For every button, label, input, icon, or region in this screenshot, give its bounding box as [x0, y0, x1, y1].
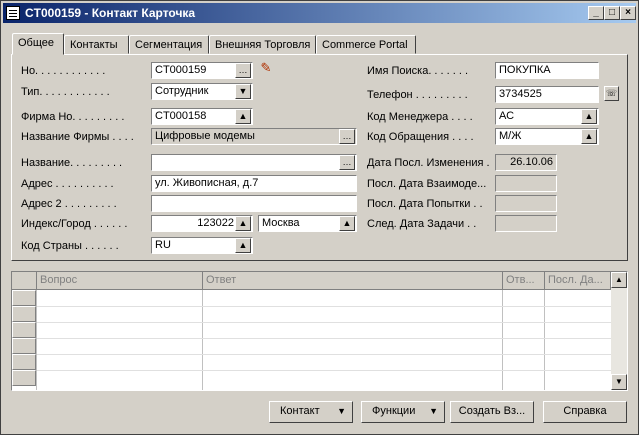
close-button[interactable]: ×: [620, 6, 636, 20]
country-label: Код Страны . . . . . .: [21, 240, 119, 252]
address2-field[interactable]: [151, 195, 357, 212]
create-interaction-button[interactable]: Создать Вз...: [450, 401, 534, 423]
address2-label: Адрес 2 . . . . . . . . .: [21, 198, 117, 210]
manager-label: Код Менеджера . . . .: [367, 111, 473, 123]
general-panel: Но. . . . . . . . . . . . CT000159 … ✎ Т…: [11, 54, 628, 261]
window-icon: [6, 6, 20, 20]
last-interaction-label: Посл. Дата Взаимоде...: [367, 178, 487, 190]
functions-button-label: Функции: [372, 405, 416, 417]
next-task-label: След. Дата Задачи . .: [367, 218, 477, 230]
postcode-city-label: Индекс/Город . . . . . .: [21, 218, 128, 230]
search-name-label: Имя Поиска. . . . . . .: [367, 65, 469, 77]
arrow-up-icon[interactable]: ▲: [581, 109, 597, 124]
triangle-down-icon: ▼: [429, 406, 438, 416]
arrow-up-icon[interactable]: ▲: [235, 216, 251, 231]
table-row[interactable]: [12, 306, 36, 322]
column-last-date[interactable]: Посл. Да...: [545, 272, 611, 289]
tab-commerce-portal[interactable]: Commerce Portal: [316, 35, 416, 54]
last-interaction-field: [495, 175, 557, 192]
name-field[interactable]: [151, 154, 357, 171]
maximize-button[interactable]: □: [604, 6, 620, 20]
contact-button-label: Контакт: [280, 405, 320, 417]
column-answer-short[interactable]: Отв...: [503, 272, 545, 289]
tab-contacts[interactable]: Контакты: [64, 35, 129, 54]
type-label: Тип. . . . . . . . . . . .: [21, 86, 110, 98]
company-name-field: Цифровые модемы: [151, 128, 357, 145]
table-row[interactable]: [12, 322, 36, 338]
table-row[interactable]: [12, 354, 36, 370]
title-bar: CT000159 - Контакт Карточка _ □ ×: [3, 3, 636, 23]
grid-corner: [12, 272, 37, 289]
tab-foreign-trade[interactable]: Внешняя Торговля: [209, 35, 316, 54]
arrow-up-icon[interactable]: ▲: [581, 129, 597, 144]
contact-button[interactable]: Контакт ▼: [269, 401, 353, 423]
phone-dial-icon[interactable]: ☏: [604, 86, 619, 101]
company-name-label: Название Фирмы . . . .: [21, 131, 134, 143]
tab-general[interactable]: Общее: [12, 33, 64, 55]
next-task-field: [495, 215, 557, 232]
questionnaire-grid[interactable]: Вопрос Ответ Отв... Посл. Да... ▲ ▼: [11, 271, 628, 391]
tab-segmentation[interactable]: Сегментация: [129, 35, 209, 54]
contact-card-window: CT000159 - Контакт Карточка _ □ × Общее …: [0, 0, 639, 435]
no-label: Но. . . . . . . . . . . .: [21, 65, 106, 77]
table-row[interactable]: [12, 370, 36, 386]
search-name-field[interactable]: ПОКУПКА: [495, 62, 599, 79]
help-button[interactable]: Справка: [543, 401, 627, 423]
column-answer[interactable]: Ответ: [203, 272, 503, 289]
last-attempt-field: [495, 195, 557, 212]
table-row[interactable]: [12, 338, 36, 354]
triangle-down-icon[interactable]: ▼: [235, 84, 251, 99]
address-field[interactable]: ул. Живописная, д.7: [151, 175, 357, 192]
phone-field[interactable]: 3734525: [495, 86, 599, 103]
scroll-down-icon[interactable]: ▼: [611, 374, 627, 390]
arrow-up-icon[interactable]: ▲: [339, 216, 355, 231]
minimize-button[interactable]: _: [588, 6, 604, 20]
window-title: CT000159 - Контакт Карточка: [25, 6, 196, 20]
last-modified-label: Дата Посл. Изменения .: [367, 157, 490, 169]
last-attempt-label: Посл. Дата Попытки . .: [367, 198, 483, 210]
phone-label: Телефон . . . . . . . . .: [367, 89, 468, 101]
triangle-down-icon: ▼: [337, 406, 346, 416]
column-question[interactable]: Вопрос: [37, 272, 203, 289]
table-row[interactable]: [12, 290, 36, 306]
grid-scrollbar[interactable]: ▲ ▼: [611, 272, 627, 390]
company-no-label: Фирма Но. . . . . . . . .: [21, 111, 125, 123]
salutation-label: Код Обращения . . . .: [367, 131, 474, 143]
ellipsis-icon[interactable]: …: [235, 63, 251, 78]
functions-button[interactable]: Функции ▼: [361, 401, 445, 423]
pencil-icon[interactable]: ✎: [258, 61, 274, 77]
arrow-up-icon[interactable]: ▲: [235, 238, 251, 253]
address-label: Адрес . . . . . . . . . .: [21, 178, 114, 190]
arrow-up-icon[interactable]: ▲: [235, 109, 251, 124]
scroll-up-icon[interactable]: ▲: [611, 272, 627, 288]
grid-header: Вопрос Ответ Отв... Посл. Да...: [12, 272, 611, 290]
name-label: Название. . . . . . . . .: [21, 157, 123, 169]
ellipsis-icon[interactable]: …: [339, 155, 355, 170]
last-modified-field: 26.10.06: [495, 154, 557, 171]
ellipsis-icon[interactable]: …: [339, 129, 355, 144]
